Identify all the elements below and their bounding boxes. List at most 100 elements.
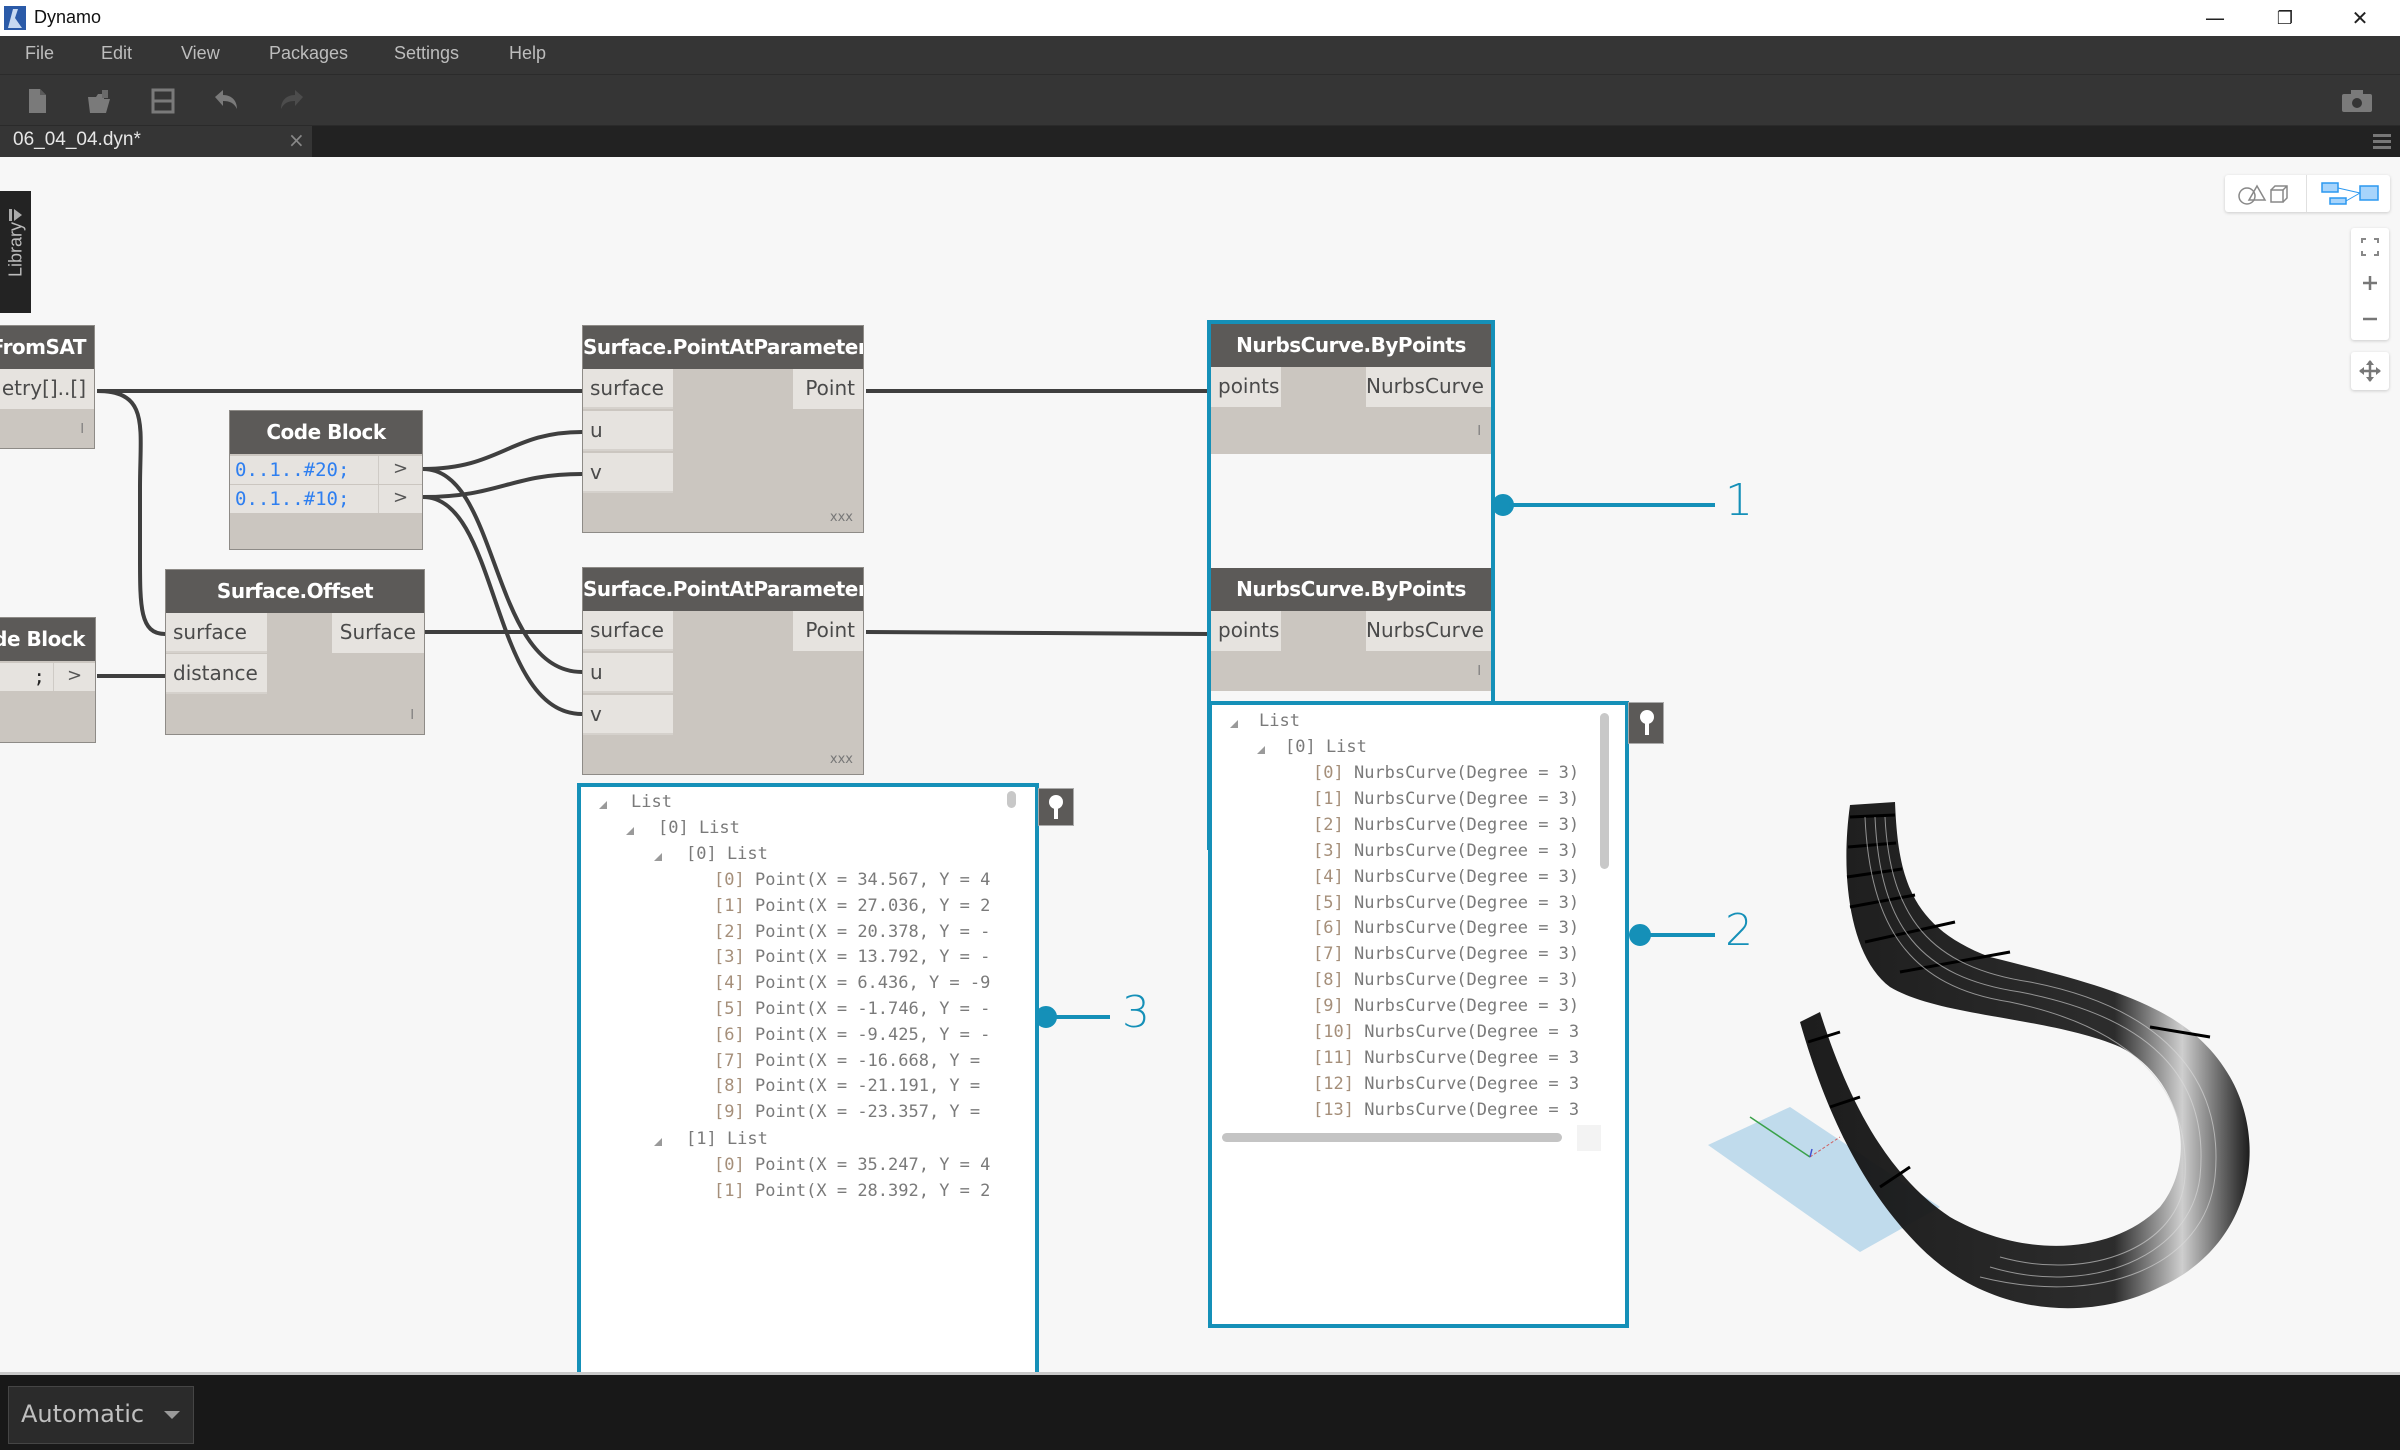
menu-packages[interactable]: Packages — [269, 43, 348, 64]
zoom-in-icon[interactable] — [2361, 274, 2379, 292]
horizontal-scrollbar[interactable] — [1222, 1133, 1562, 1142]
collapse-triangle-icon[interactable] — [599, 801, 607, 809]
output-port[interactable]: > — [53, 663, 95, 691]
tree-root: List — [631, 792, 672, 812]
code-line[interactable]: ; — [0, 663, 53, 691]
run-mode-dropdown[interactable]: Automatic — [8, 1386, 194, 1444]
minimize-button[interactable]: — — [2180, 0, 2250, 36]
node-title: Code Block — [230, 411, 422, 454]
output-port-nurbscurve[interactable]: NurbsCurve — [1366, 367, 1491, 407]
node-surface-point-at-parameter-2[interactable]: Surface.PointAtParameter surface u v Poi… — [582, 567, 864, 775]
lacing-indicator: xxx — [829, 510, 853, 525]
camera-icon[interactable] — [2340, 87, 2374, 115]
open-folder-icon[interactable] — [84, 87, 114, 115]
collapse-triangle-icon[interactable] — [654, 1138, 662, 1146]
menu-settings[interactable]: Settings — [394, 43, 459, 64]
zoom-controls — [2351, 228, 2389, 340]
code-line-1[interactable]: 0..1..#20; — [230, 456, 378, 484]
geometry-view-button[interactable] — [2225, 175, 2307, 212]
collapse-triangle-icon[interactable] — [1230, 720, 1238, 728]
wire-cb10-pap2-v — [422, 495, 583, 716]
input-port-u[interactable]: u — [583, 653, 673, 693]
input-port-distance[interactable]: distance — [166, 654, 267, 694]
zoom-extents-icon[interactable] — [2361, 238, 2379, 256]
input-port-points[interactable]: points — [1211, 367, 1281, 407]
library-tab[interactable]: Library — [0, 191, 31, 313]
node-surface-offset[interactable]: Surface.Offset surface distance Surface … — [165, 569, 425, 735]
new-file-icon[interactable] — [22, 87, 52, 115]
node-surface-point-at-parameter-1[interactable]: Surface.PointAtParameter surface u v Poi… — [582, 325, 864, 533]
lacing-indicator: l — [410, 708, 414, 723]
output-port-surface[interactable]: Surface — [332, 613, 424, 653]
vertical-scrollbar[interactable] — [1007, 791, 1016, 808]
list-item-value: Point(X = -9.425, Y = - — [754, 1024, 991, 1045]
input-port-surface[interactable]: surface — [166, 613, 267, 653]
app-title: Dynamo — [34, 7, 102, 27]
graph-view-button[interactable] — [2308, 175, 2390, 212]
pin-preview-button[interactable] — [1038, 788, 1074, 826]
output-port-1[interactable]: > — [378, 456, 422, 484]
node-code-block[interactable]: Code Block 0..1..#20; > 0..1..#10; > — [229, 410, 423, 550]
dynamo-logo-icon — [4, 6, 26, 30]
list-item: [0] Point(X = 35.247, Y = 4 — [714, 1155, 990, 1175]
output-port-geometry[interactable]: etry[]..[] — [0, 369, 94, 409]
output-port-point[interactable]: Point — [793, 611, 863, 651]
list-item-index: [6] — [714, 1024, 745, 1045]
list-item: [2] Point(X = 20.378, Y = - — [714, 922, 990, 942]
menu-file[interactable]: File — [25, 43, 54, 64]
input-port-v[interactable]: v — [583, 453, 673, 493]
list-item: [6] Point(X = -9.425, Y = - — [714, 1025, 990, 1045]
list-item-value: NurbsCurve(Degree = 3) — [1353, 944, 1580, 965]
menu-help[interactable]: Help — [509, 43, 546, 64]
input-port-u[interactable]: u — [583, 411, 673, 451]
redo-icon[interactable] — [276, 87, 306, 115]
list-item-index: [0] — [714, 870, 745, 890]
list-item-value: NurbsCurve(Degree = 3) — [1353, 788, 1580, 809]
input-port-surface[interactable]: surface — [583, 369, 673, 409]
menu-edit[interactable]: Edit — [101, 43, 132, 64]
callout-1-label: 1 — [1725, 475, 1753, 526]
undo-icon[interactable] — [212, 87, 242, 115]
zoom-out-icon[interactable] — [2361, 310, 2379, 328]
list-item-index: [5] — [1313, 892, 1344, 913]
collapse-triangle-icon[interactable] — [1257, 746, 1265, 754]
node-title: ode Block — [0, 618, 95, 661]
input-port-surface[interactable]: surface — [583, 611, 673, 651]
output-port-2[interactable]: > — [378, 485, 422, 513]
tab-06-04-04[interactable]: 06_04_04.dyn* × — [0, 126, 312, 157]
menu-view[interactable]: View — [181, 43, 220, 64]
preview-bubble-curves[interactable]: List [0] List [0] NurbsCurve(Degree = 3)… — [1208, 701, 1629, 1328]
callout-3-label: 3 — [1122, 987, 1150, 1038]
list-item: [10] NurbsCurve(Degree = 3 — [1313, 1022, 1579, 1042]
list-item-value: Point(X = -23.357, Y = — [754, 1102, 981, 1123]
input-port-v[interactable]: v — [583, 695, 673, 735]
title-bar: Dynamo — ❐ ✕ — [0, 0, 2400, 36]
save-icon[interactable] — [148, 87, 178, 115]
graph-canvas[interactable]: Library FromSAT etry[]..[] l Code Block … — [0, 157, 2400, 1372]
collapse-triangle-icon[interactable] — [654, 853, 662, 861]
list-item-index: [13] — [1313, 1099, 1354, 1120]
hamburger-menu-icon[interactable] — [2373, 132, 2391, 150]
tab-close-icon[interactable]: × — [288, 128, 305, 152]
output-port-point[interactable]: Point — [793, 369, 863, 409]
restore-button[interactable]: ❐ — [2250, 0, 2320, 36]
vertical-scrollbar[interactable] — [1600, 713, 1609, 869]
node-fromsat[interactable]: FromSAT etry[]..[] l — [0, 325, 95, 449]
preview-bubble-points[interactable]: List [0] List [0] List [0] Point(X = 34.… — [577, 783, 1039, 1372]
node-code-block-left[interactable]: ode Block ; > — [0, 617, 96, 743]
list-item: [2] NurbsCurve(Degree = 3) — [1313, 815, 1579, 835]
list-item: [5] Point(X = -1.746, Y = - — [714, 999, 990, 1019]
close-window-button[interactable]: ✕ — [2325, 0, 2395, 36]
pin-preview-button[interactable] — [1628, 702, 1664, 744]
pan-icon[interactable] — [2359, 360, 2381, 382]
input-port-points[interactable]: points — [1211, 611, 1281, 651]
list-item-value: NurbsCurve(Degree = 3 — [1364, 1073, 1580, 1094]
node-title: FromSAT — [0, 326, 94, 369]
code-line-2[interactable]: 0..1..#10; — [230, 485, 378, 513]
list-item: [5] NurbsCurve(Degree = 3) — [1313, 893, 1579, 913]
node-nurbscurve-bypoints-1[interactable]: NurbsCurve.ByPoints points NurbsCurve l — [1211, 324, 1491, 454]
collapse-triangle-icon[interactable] — [626, 827, 634, 835]
list-item: [1] Point(X = 28.392, Y = 2 — [714, 1181, 990, 1201]
list-item-value: Point(X = -21.191, Y = — [754, 1076, 981, 1097]
output-port-nurbscurve[interactable]: NurbsCurve — [1366, 611, 1491, 651]
